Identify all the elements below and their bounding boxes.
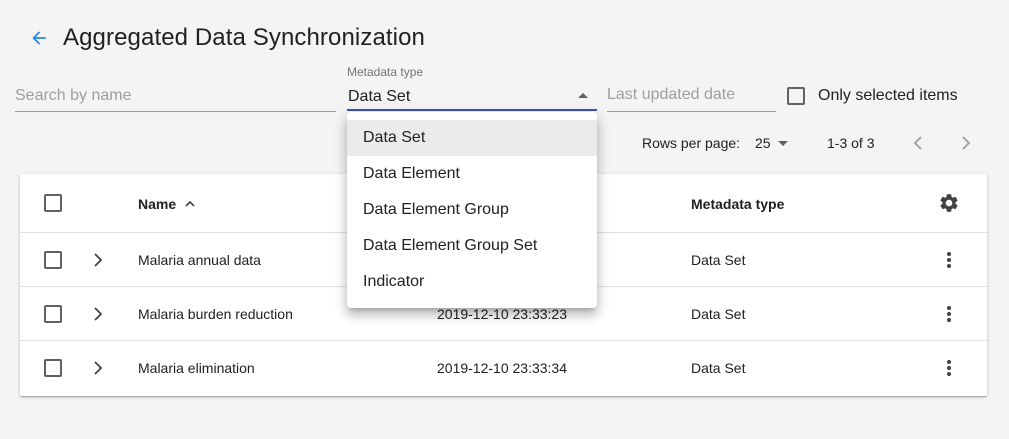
rows-per-page-label: Rows per page: <box>642 135 741 151</box>
more-vert-icon[interactable] <box>940 358 958 378</box>
column-header-name[interactable]: Name <box>138 196 196 212</box>
page-header: Aggregated Data Synchronization <box>26 22 425 54</box>
menu-option-data-element-group-set[interactable]: Data Element Group Set <box>347 228 597 264</box>
chevron-left-icon[interactable] <box>910 133 926 153</box>
more-vert-icon[interactable] <box>940 304 958 324</box>
menu-option-indicator[interactable]: Indicator <box>347 264 597 300</box>
row-name: Malaria elimination <box>138 360 255 376</box>
column-header-name-label: Name <box>138 196 177 212</box>
arrow-drop-down-icon[interactable] <box>778 141 788 146</box>
menu-option-data-element[interactable]: Data Element <box>347 156 597 192</box>
chevron-right-icon[interactable] <box>90 359 106 377</box>
arrow-back-icon[interactable] <box>26 25 52 51</box>
page-title: Aggregated Data Synchronization <box>63 24 425 51</box>
metadata-type-menu: Data Set Data Element Data Element Group… <box>347 112 597 308</box>
chevron-right-icon[interactable] <box>90 305 106 323</box>
menu-option-data-element-group[interactable]: Data Element Group <box>347 192 597 228</box>
more-vert-icon[interactable] <box>940 250 958 270</box>
chevron-right-icon[interactable] <box>90 251 106 269</box>
table-row[interactable]: Malaria elimination 2019-12-10 23:33:34 … <box>20 341 987 395</box>
select-underline <box>347 109 597 111</box>
search-input[interactable] <box>15 86 336 105</box>
row-metadata-type: Data Set <box>691 305 746 322</box>
pagination-range: 1-3 of 3 <box>827 135 875 151</box>
row-checkbox[interactable] <box>44 359 62 377</box>
last-updated-date-field[interactable] <box>607 86 776 112</box>
metadata-type-value: Data Set <box>348 88 411 105</box>
only-selected-checkbox[interactable] <box>787 87 805 105</box>
metadata-type-label: Metadata type <box>347 65 424 79</box>
metadata-type-select[interactable]: Metadata type Data Set <box>347 60 597 112</box>
select-all-checkbox[interactable] <box>44 194 62 212</box>
filter-bar: Metadata type Data Set Only selected ite… <box>0 60 1009 116</box>
row-name: Malaria annual data <box>138 251 261 268</box>
menu-option-data-set[interactable]: Data Set <box>347 120 597 156</box>
rows-per-page-select[interactable]: 25 <box>755 135 771 151</box>
only-selected-items-toggle[interactable]: Only selected items <box>787 86 958 106</box>
row-metadata-type: Data Set <box>691 251 746 268</box>
arrow-up-icon[interactable] <box>184 198 196 210</box>
gear-icon[interactable] <box>938 192 960 214</box>
row-last-updated: 2019-12-10 23:33:34 <box>437 360 567 376</box>
row-metadata-type: Data Set <box>691 360 746 376</box>
column-header-metadata-type[interactable]: Metadata type <box>691 196 784 212</box>
row-name: Malaria burden reduction <box>138 305 293 322</box>
search-field[interactable] <box>15 86 336 112</box>
last-updated-date-input[interactable] <box>607 86 776 104</box>
row-checkbox[interactable] <box>44 304 62 323</box>
only-selected-label: Only selected items <box>818 87 958 104</box>
arrow-drop-up-icon <box>578 93 588 98</box>
chevron-right-icon[interactable] <box>958 133 974 153</box>
row-checkbox[interactable] <box>44 250 62 269</box>
